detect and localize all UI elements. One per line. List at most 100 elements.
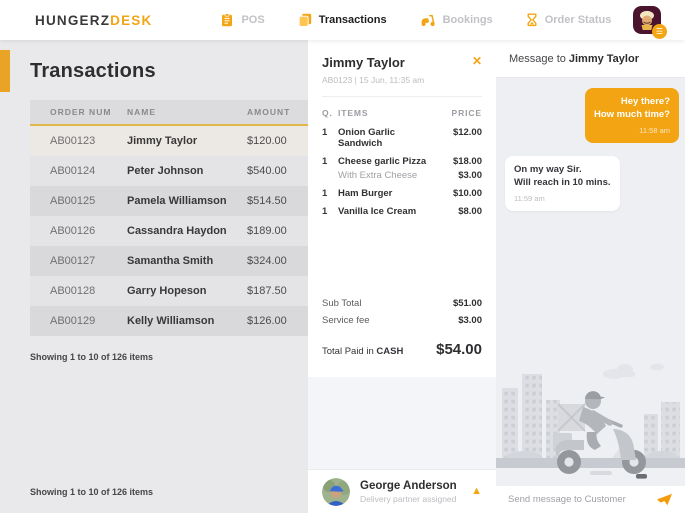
order-panel-spacer xyxy=(308,377,496,470)
item-qty: 1 xyxy=(322,155,328,167)
total-label-text: Total Paid in xyxy=(322,345,374,357)
chat-message-incoming: On my way Sir. Will reach in 10 mins. 11… xyxy=(505,156,620,212)
cell-name: Jimmy Taylor xyxy=(127,135,198,147)
total-paid-row: Total Paid in CASH $54.00 xyxy=(322,338,482,361)
subtotal-label: Sub Total xyxy=(322,297,362,309)
item-qty: 1 xyxy=(322,188,328,199)
main-area: Transactions ORDER NUM NAME AMOUNT AB001… xyxy=(0,40,685,513)
item-price: $10.00 xyxy=(452,188,482,199)
cell-order-num: AB00124 xyxy=(50,165,96,177)
cell-amount: $324.00 xyxy=(247,255,287,267)
send-icon[interactable] xyxy=(656,493,673,506)
chat-body: Hey there? How much time? 11:58 am On my… xyxy=(496,78,685,486)
cell-order-num: AB00127 xyxy=(50,255,96,267)
cell-amount: $540.00 xyxy=(247,165,287,177)
nav-item-order-status[interactable]: Order Status xyxy=(526,13,612,27)
expand-icon[interactable]: ▲ xyxy=(471,486,482,497)
cell-name: Peter Johnson xyxy=(127,165,204,177)
subtotal-row: Sub Total $51.00 xyxy=(322,295,482,312)
table-row[interactable]: AB00128 Garry Hopeson $187.50 xyxy=(30,276,308,306)
message-time: 11:59 am xyxy=(514,193,545,203)
service-fee-row: Service fee $3.00 xyxy=(322,312,482,329)
delivery-scooter-illustration xyxy=(496,363,685,486)
brand-primary: HUNGERZ xyxy=(35,12,111,28)
totals-section: Sub Total $51.00 Service fee $3.00 Total… xyxy=(322,295,482,361)
table-row[interactable]: AB00126 Cassandra Haydon $189.00 xyxy=(30,216,308,246)
cell-amount: $126.00 xyxy=(247,315,287,327)
order-item: 1 Onion Garlic Sandwich $12.00 xyxy=(322,123,482,152)
nav-item-bookings[interactable]: Bookings xyxy=(420,13,493,27)
order-header: Jimmy Taylor AB0123 | 15 Jun, 11:35 am ✕ xyxy=(322,40,482,97)
order-card: Jimmy Taylor AB0123 | 15 Jun, 11:35 am ✕… xyxy=(308,40,496,377)
subtotal-value: $51.00 xyxy=(452,297,482,309)
cell-amount: $120.00 xyxy=(247,135,287,147)
message-line: Hey there? xyxy=(620,96,670,107)
item-qty: 1 xyxy=(322,206,328,217)
nav-item-label: Order Status xyxy=(544,14,612,26)
table-row[interactable]: AB00123 Jimmy Taylor $120.00 xyxy=(30,126,308,156)
cell-name: Cassandra Haydon xyxy=(127,225,227,237)
close-icon[interactable]: ✕ xyxy=(472,55,482,67)
item-qty: 1 xyxy=(322,126,328,138)
item-price: $8.00 xyxy=(458,206,482,217)
delivery-partner-avatar xyxy=(322,477,350,506)
message-line: How much time? xyxy=(593,109,670,121)
order-item: 1 Vanilla Ice Cream $8.00 xyxy=(322,203,482,221)
col-items: ITEMS xyxy=(338,108,369,118)
nav-item-transactions[interactable]: Transactions xyxy=(298,13,387,27)
cell-amount: $187.50 xyxy=(247,285,287,297)
cell-name: Kelly Williamson xyxy=(127,315,215,327)
cell-name: Samantha Smith xyxy=(127,255,214,267)
chat-header: Message to Jimmy Taylor xyxy=(496,40,685,78)
cell-order-num: AB00128 xyxy=(50,285,96,297)
total-paid-label: Total Paid in CASH xyxy=(322,346,403,357)
items-header: Q. ITEMS PRICE xyxy=(322,97,482,123)
table-row[interactable]: AB00129 Kelly Williamson $126.00 xyxy=(30,306,308,336)
message-time: 11:58 am xyxy=(639,125,670,135)
order-item: 1 Cheese garlic Pizza $18.00 xyxy=(322,152,482,170)
nav-item-pos[interactable]: POS xyxy=(220,13,265,27)
table-row[interactable]: AB00125 Pamela Williamson $514.50 xyxy=(30,186,308,216)
chat-input-bar xyxy=(496,486,685,513)
chat-header-name: Jimmy Taylor xyxy=(568,52,639,65)
menu-icon[interactable]: ☰ xyxy=(652,24,667,39)
item-price: $12.00 xyxy=(452,126,482,138)
showing-count-bottom: Showing 1 to 10 of 126 items xyxy=(30,487,154,497)
showing-count-top: Showing 1 to 10 of 126 items xyxy=(30,352,154,362)
cell-order-num: AB00129 xyxy=(50,315,96,327)
delivery-partner-name: George Anderson xyxy=(360,479,457,492)
message-line: Will reach in 10 mins. xyxy=(514,177,611,189)
transactions-icon xyxy=(298,13,312,27)
title-accent-bar xyxy=(0,50,10,92)
item-name: Onion Garlic Sandwich xyxy=(338,126,396,149)
item-addon-name: With Extra Cheese xyxy=(338,170,418,181)
item-name: Cheese garlic Pizza xyxy=(338,155,427,167)
cell-amount: $189.00 xyxy=(247,225,287,237)
nav-items: POS Transactions Bookings Order Status xyxy=(220,13,611,27)
transactions-panel: Transactions ORDER NUM NAME AMOUNT AB001… xyxy=(0,40,308,513)
order-item: 1 Ham Burger $10.00 xyxy=(322,185,482,203)
order-item-addon: With Extra Cheese $3.00 xyxy=(322,170,482,185)
cell-order-num: AB00126 xyxy=(50,225,96,237)
cell-name: Pamela Williamson xyxy=(127,195,227,207)
table-row[interactable]: AB00127 Samantha Smith $324.00 xyxy=(30,246,308,276)
item-name: Vanilla Ice Cream xyxy=(338,206,417,217)
message-line: On my way Sir. xyxy=(514,164,582,176)
item-price: $18.00 xyxy=(452,155,482,167)
item-price: $3.00 xyxy=(458,170,482,181)
service-fee-label: Service fee xyxy=(322,314,370,326)
order-status-icon xyxy=(526,13,538,27)
order-meta: AB0123 | 15 Jun, 11:35 am xyxy=(322,75,425,85)
cell-name: Garry Hopeson xyxy=(127,285,207,297)
chat-message-outgoing: Hey there? How much time? 11:58 am xyxy=(584,88,679,144)
nav-item-label: Transactions xyxy=(318,14,387,26)
chat-input[interactable] xyxy=(508,494,648,505)
chat-panel: Message to Jimmy Taylor Hey there? How m… xyxy=(496,40,685,513)
top-nav: HUNGERZDESK POS Transactions Bookings Or… xyxy=(0,0,685,40)
user-avatar[interactable]: ☰ xyxy=(633,6,667,39)
table-row[interactable]: AB00124 Peter Johnson $540.00 xyxy=(30,156,308,186)
delivery-partner-status: Delivery partner assigned xyxy=(360,493,457,504)
delivery-partner-bar[interactable]: George Anderson Delivery partner assigne… xyxy=(308,469,496,513)
pos-icon xyxy=(220,13,234,27)
transactions-table: ORDER NUM NAME AMOUNT AB00123 Jimmy Tayl… xyxy=(30,100,308,336)
